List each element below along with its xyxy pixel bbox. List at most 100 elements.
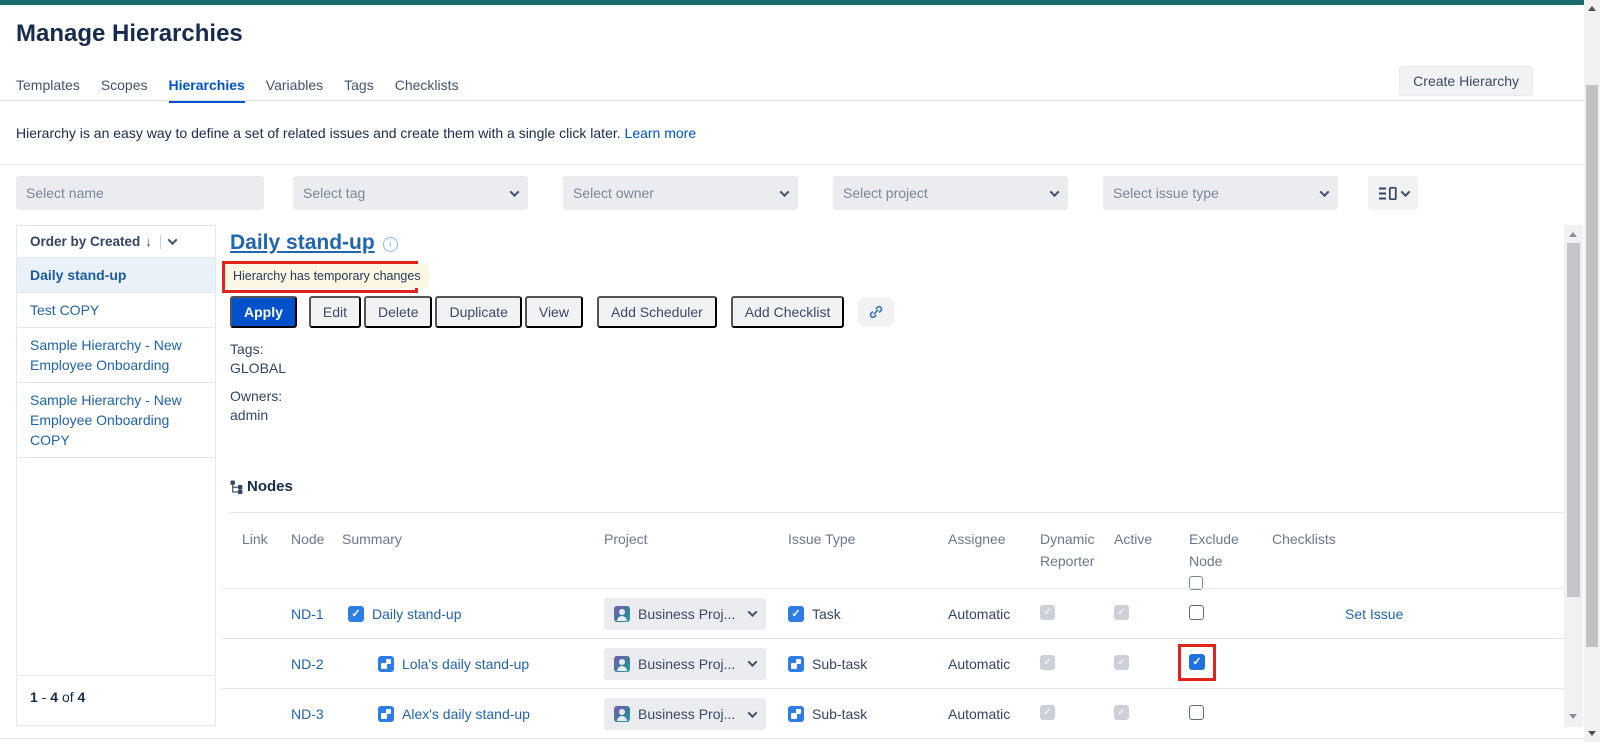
project-dropdown[interactable]: Business Proj... [604, 698, 766, 730]
exclude-node-checkbox[interactable] [1189, 654, 1205, 670]
project-cell: Business Proj... [604, 648, 788, 680]
summary-link[interactable]: Daily stand-up [372, 606, 462, 622]
dynamic-reporter-cell [1040, 705, 1114, 723]
issue-type-cell: Sub-task [788, 656, 948, 672]
description-text: Hierarchy is an easy way to define a set… [16, 125, 696, 141]
task-icon [348, 606, 364, 622]
hierarchy-list-panel: Order by Created ↓ Daily stand-up Test C… [16, 225, 216, 726]
chevron-down-icon [780, 187, 790, 197]
scroll-up-icon[interactable] [1569, 232, 1577, 237]
active-checkbox [1114, 655, 1129, 670]
summary-link[interactable]: Alex's daily stand-up [402, 706, 530, 722]
set-issue-link[interactable]: Set Issue [1345, 606, 1403, 622]
share-link-button[interactable] [858, 297, 894, 327]
pagination-dash: - [42, 689, 47, 705]
active-cell [1114, 655, 1189, 673]
subtask-icon [788, 656, 804, 672]
add-checklist-button[interactable]: Add Checklist [731, 296, 845, 328]
exclude-cell [1189, 605, 1272, 623]
temporary-changes-tooltip: Hierarchy has temporary changes [225, 264, 429, 288]
issue-type-label: Sub-task [812, 706, 867, 722]
project-dropdown[interactable]: Business Proj... [604, 598, 766, 630]
project-avatar-icon [614, 656, 630, 672]
chevron-down-icon[interactable] [167, 235, 177, 245]
sort-direction-arrow-down-icon[interactable]: ↓ [145, 234, 152, 249]
assignee-cell: Automatic [948, 606, 1040, 622]
hierarchy-title-link[interactable]: Daily stand-upi [230, 231, 398, 255]
issue-type-label: Sub-task [812, 656, 867, 672]
exclude-node-label: Exclude Node [1189, 531, 1239, 569]
panel-scrollbar[interactable] [1564, 225, 1583, 727]
panel-scrollbar-thumb[interactable] [1567, 243, 1580, 597]
select-name-input[interactable] [16, 176, 264, 210]
apply-button[interactable]: Apply [230, 296, 297, 328]
subtask-icon [378, 656, 394, 672]
add-scheduler-button[interactable]: Add Scheduler [597, 296, 717, 328]
select-project-dropdown[interactable]: Select project [833, 176, 1068, 210]
select-issue-type-dropdown[interactable]: Select issue type [1103, 176, 1338, 210]
project-cell: Business Proj... [604, 598, 788, 630]
project-filter-placeholder: Select project [843, 185, 928, 201]
col-link: Link [242, 528, 291, 550]
summary-cell: Daily stand-up [342, 606, 604, 622]
project-dropdown[interactable]: Business Proj... [604, 648, 766, 680]
select-tag-dropdown[interactable]: Select tag [293, 176, 528, 210]
summary-cell: Lola's daily stand-up [342, 656, 604, 672]
col-issue-type: Issue Type [788, 528, 948, 550]
node-id-link[interactable]: ND-3 [291, 706, 342, 722]
col-exclude-node: Exclude Node [1189, 528, 1272, 596]
issue-type-cell: Sub-task [788, 706, 948, 722]
tabs-divider [0, 100, 1584, 101]
exclude-node-checkbox[interactable] [1189, 705, 1204, 720]
column-selector-button[interactable] [1368, 176, 1418, 210]
subtask-icon [378, 706, 394, 722]
nodes-table-header: Link Node Summary Project Issue Type Ass… [222, 528, 1564, 596]
hierarchy-list-item[interactable]: Test COPY [17, 293, 215, 328]
scroll-up-icon[interactable] [1588, 6, 1596, 11]
checklists-cell: Set Issue [1272, 606, 1564, 622]
col-checklists: Checklists [1272, 528, 1564, 550]
edit-button[interactable]: Edit [309, 296, 361, 328]
hierarchy-list-item[interactable]: Sample Hierarchy - New Employee Onboardi… [17, 383, 215, 458]
page-scrollbar-thumb[interactable] [1586, 85, 1598, 647]
chevron-down-icon [1050, 187, 1060, 197]
info-icon[interactable]: i [383, 237, 398, 252]
order-by-control[interactable]: Order by Created ↓ [17, 226, 215, 258]
view-button[interactable]: View [525, 296, 583, 328]
chevron-down-icon [748, 607, 758, 617]
duplicate-button[interactable]: Duplicate [435, 296, 521, 328]
exclude-cell [1189, 705, 1272, 723]
active-checkbox [1114, 605, 1129, 620]
name-filter-field[interactable] [26, 185, 254, 201]
node-id-link[interactable]: ND-1 [291, 606, 342, 622]
hierarchy-list-item[interactable]: Daily stand-up [17, 258, 215, 293]
sidebar-spacer [17, 458, 215, 675]
table-row: ND-1 Daily stand-up Business Proj... Tas… [222, 588, 1564, 638]
scroll-down-icon[interactable] [1588, 731, 1596, 736]
create-hierarchy-button[interactable]: Create Hierarchy [1399, 66, 1533, 96]
delete-button[interactable]: Delete [364, 296, 432, 328]
divider [160, 235, 161, 249]
annotation-red-box: Hierarchy has temporary changes [222, 261, 418, 293]
task-icon [788, 606, 804, 622]
issue-type-filter-placeholder: Select issue type [1113, 185, 1219, 201]
nodes-divider [230, 512, 1564, 513]
action-button-row: Apply Edit Delete Duplicate View Add Sch… [230, 296, 894, 328]
pagination-status: 1 - 4 of 4 [17, 675, 215, 725]
page-scrollbar[interactable] [1584, 0, 1600, 742]
summary-link[interactable]: Lola's daily stand-up [402, 656, 529, 672]
scroll-down-icon[interactable] [1569, 714, 1577, 719]
learn-more-link[interactable]: Learn more [625, 125, 697, 141]
select-owner-dropdown[interactable]: Select owner [563, 176, 798, 210]
col-active: Active [1114, 528, 1189, 550]
nodes-title-text: Nodes [247, 478, 293, 495]
hierarchy-list-item[interactable]: Sample Hierarchy - New Employee Onboardi… [17, 328, 215, 383]
chevron-down-icon [748, 657, 758, 667]
active-cell [1114, 605, 1189, 623]
exclude-node-checkbox[interactable] [1189, 605, 1204, 620]
link-icon [868, 304, 884, 320]
assignee-cell: Automatic [948, 656, 1040, 672]
col-node: Node [291, 528, 342, 550]
project-avatar-icon [614, 706, 630, 722]
node-id-link[interactable]: ND-2 [291, 656, 342, 672]
